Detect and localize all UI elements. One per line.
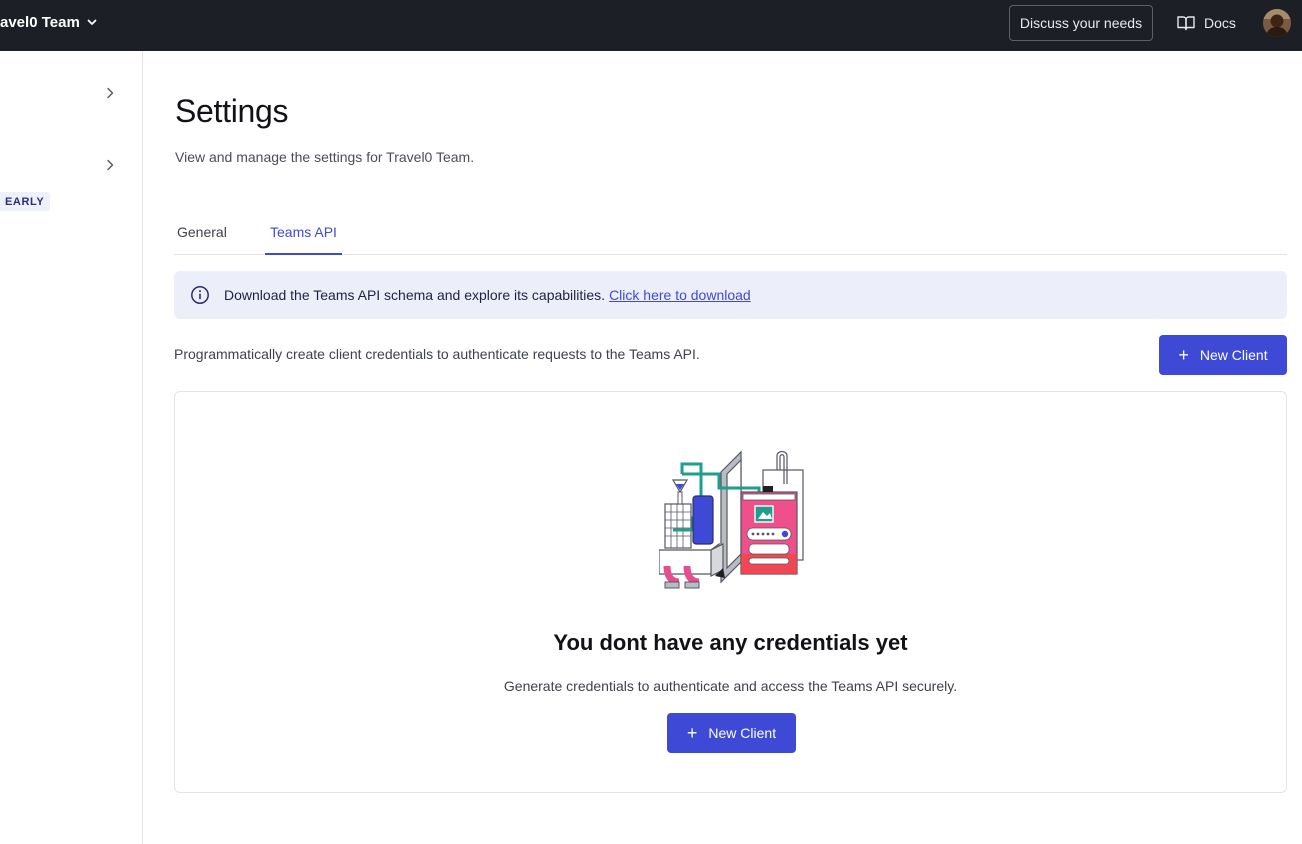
sidebar: EARLY [0, 51, 143, 844]
empty-state-subtitle: Generate credentials to authenticate and… [503, 678, 958, 694]
avatar-image [1263, 9, 1291, 37]
early-access-badge: EARLY [0, 192, 51, 211]
plus-icon: + [686, 723, 698, 743]
chevron-right-icon[interactable] [103, 86, 117, 100]
empty-state-card: You dont have any credentials yet Genera… [174, 391, 1287, 793]
team-switcher[interactable]: avel0 Team [0, 0, 98, 44]
book-icon [1177, 16, 1195, 31]
docs-link[interactable]: Docs [1177, 12, 1236, 34]
info-icon [191, 286, 209, 304]
chevron-right-icon[interactable] [103, 158, 117, 172]
page-subtitle: View and manage the settings for Travel0… [175, 149, 475, 165]
new-client-button[interactable]: + New Client [1159, 335, 1287, 375]
tab-general[interactable]: General [177, 220, 227, 255]
new-client-label: New Client [1199, 347, 1268, 363]
tab-teams-api[interactable]: Teams API [265, 220, 342, 255]
chevron-down-icon [87, 19, 97, 25]
user-avatar[interactable] [1263, 9, 1291, 37]
banner-text: Download the Teams API schema and explor… [224, 287, 606, 303]
empty-state-new-client-button[interactable]: + New Client [667, 713, 796, 753]
discuss-needs-button[interactable]: Discuss your needs [1009, 5, 1153, 41]
plus-icon: + [1178, 345, 1189, 365]
download-schema-link[interactable]: Click here to download [609, 287, 751, 303]
settings-tabs: General Teams API [174, 220, 1287, 255]
empty-state-title: You dont have any credentials yet [553, 630, 908, 655]
machine-illustration [659, 450, 804, 589]
info-banner: Download the Teams API schema and explor… [174, 271, 1287, 319]
credentials-description: Programmatically create client credentia… [174, 346, 700, 362]
empty-new-client-label: New Client [708, 725, 777, 741]
page-title: Settings [175, 93, 289, 129]
docs-label: Docs [1204, 15, 1236, 31]
team-name: avel0 Team [0, 13, 80, 31]
top-navigation-bar: avel0 Team Discuss your needs Docs [0, 0, 1302, 51]
